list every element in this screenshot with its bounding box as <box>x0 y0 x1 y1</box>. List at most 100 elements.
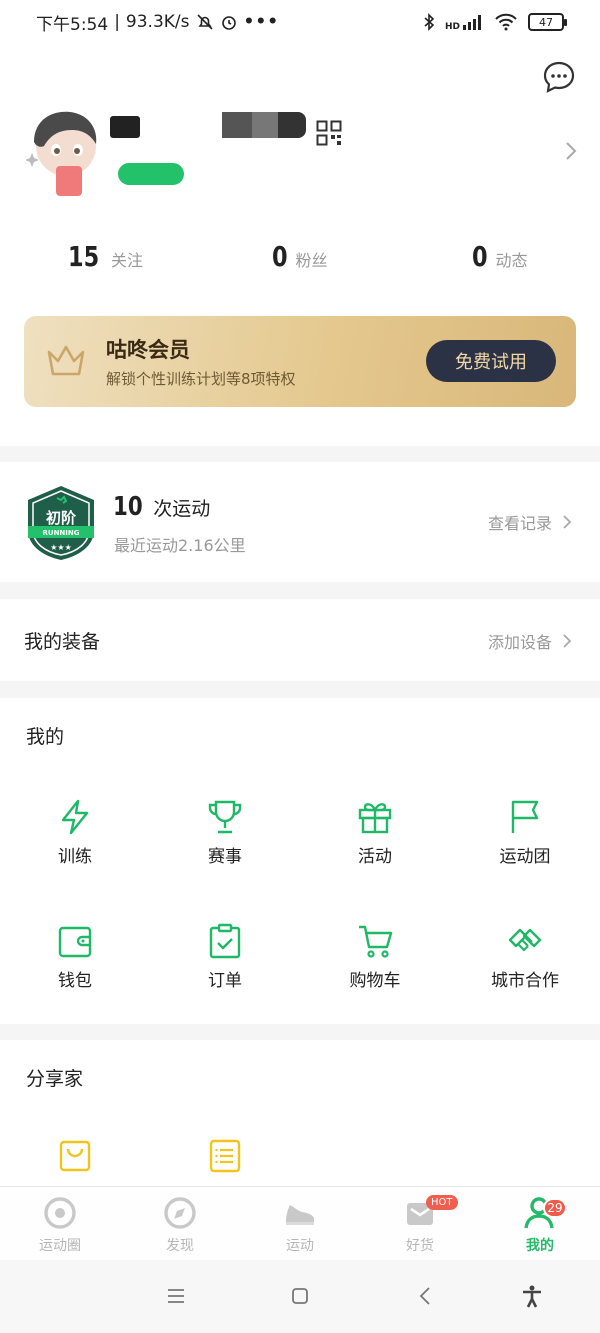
qr-code-icon[interactable] <box>316 120 342 146</box>
chevron-right-icon <box>563 634 572 648</box>
status-bar: 下午5:54 | 93.3K/s ••• HD 47 <box>0 0 600 44</box>
equipment-row[interactable]: 我的装备 添加设备 <box>0 599 600 681</box>
network-label: HD <box>444 22 460 32</box>
grid-item-training[interactable]: 训练 <box>25 798 125 867</box>
message-icon[interactable] <box>542 60 576 94</box>
handshake-icon <box>508 928 542 952</box>
lightning-icon <box>61 799 89 835</box>
grid-item-label: 订单 <box>208 971 242 991</box>
mine-section: 我的 训练 赛事 活动 运动团 钱包 订单 购物车 城市合作 <box>0 698 600 1024</box>
system-nav-bar <box>0 1260 600 1333</box>
grid-item-events[interactable]: 赛事 <box>175 798 275 867</box>
wifi-icon <box>495 13 517 31</box>
grid-item-label: 训练 <box>58 847 92 867</box>
level-badge[interactable] <box>118 163 184 185</box>
shoe-icon <box>286 1205 314 1225</box>
notification-count-badge: 29 <box>543 1198 567 1218</box>
tab-mine[interactable]: 我的 <box>480 1195 600 1255</box>
back-arrow-icon[interactable] <box>414 1284 438 1308</box>
free-trial-button[interactable]: 免费试用 <box>426 340 556 382</box>
grid-item-activities[interactable]: 活动 <box>325 798 425 867</box>
alarm-icon <box>221 16 236 30</box>
compass-icon <box>164 1197 196 1229</box>
stat-value: 0 <box>272 240 288 273</box>
add-device-label: 添加设备 <box>487 633 552 652</box>
tab-discover[interactable]: 发现 <box>120 1195 240 1255</box>
wallet-icon <box>58 926 92 958</box>
bell-off-icon <box>196 14 213 30</box>
status-speed: 93.3K/s <box>125 12 190 32</box>
bottom-tab-bar: 运动圈 发现 运动 好货 HOT 我的 <box>0 1186 600 1260</box>
battery-indicator: 47 <box>528 13 567 31</box>
flag-icon <box>511 800 539 833</box>
vip-subtitle: 解锁个性训练计划等8项特权 <box>106 370 296 388</box>
stat-posts[interactable]: 0 动态 <box>472 240 528 273</box>
clipboard-icon <box>209 923 241 959</box>
battery-level: 47 <box>539 15 553 29</box>
grid-item-city-partner[interactable]: 城市合作 <box>475 922 575 991</box>
running-level-badge-icon: 初阶 RUNNING ★★★ <box>28 486 94 560</box>
run-summary-card[interactable]: 初阶 RUNNING ★★★ 10 次运动 最近运动2.16公里 查看记录 <box>0 462 600 582</box>
recent-run-text: 最近运动2.16公里 <box>114 536 246 555</box>
gift-icon <box>358 803 392 834</box>
grid-item-label: 钱包 <box>58 971 92 991</box>
tab-label: 好货 <box>406 1238 434 1254</box>
status-divider: | <box>114 12 120 32</box>
app-screen: 下午5:54 | 93.3K/s ••• HD 47 15 关注 0 粉丝 0 … <box>0 0 600 1333</box>
view-records-link[interactable]: 查看记录 <box>488 510 572 534</box>
hot-badge: HOT <box>426 1195 458 1210</box>
stat-following[interactable]: 15 关注 <box>68 240 143 273</box>
signal-icon <box>463 15 481 30</box>
grid-item-label: 赛事 <box>208 847 242 867</box>
stat-label: 动态 <box>495 251 528 270</box>
run-count-unit: 次运动 <box>153 498 211 520</box>
chevron-right-icon <box>563 515 572 529</box>
sharer-section: 分享家 <box>0 1040 600 1190</box>
stat-value: 0 <box>472 240 488 273</box>
shopping-bag-icon[interactable] <box>57 1138 93 1174</box>
circle-target-icon <box>44 1197 76 1229</box>
bluetooth-icon <box>424 13 435 31</box>
username-redacted <box>110 112 306 140</box>
tab-sport[interactable]: 运动 <box>240 1195 360 1255</box>
profile-chevron-icon[interactable] <box>564 140 578 162</box>
grid-item-label: 运动团 <box>499 847 551 867</box>
stat-label: 粉丝 <box>295 251 328 270</box>
tab-sports-circle[interactable]: 运动圈 <box>0 1195 120 1255</box>
cart-icon <box>359 925 393 958</box>
grid-item-cart[interactable]: 购物车 <box>325 922 425 991</box>
profile-section: 15 关注 0 粉丝 0 动态 咕咚会员 解锁个性训练计划等8项特权 免费试用 <box>0 44 600 446</box>
tab-label: 我的 <box>526 1238 554 1254</box>
grid-item-wallet[interactable]: 钱包 <box>25 922 125 991</box>
avatar[interactable] <box>22 106 104 202</box>
add-device-link[interactable]: 添加设备 <box>488 629 572 653</box>
run-count-value: 10 <box>113 492 143 522</box>
vip-title: 咕咚会员 <box>106 338 190 362</box>
view-records-label: 查看记录 <box>487 514 552 533</box>
tab-goods[interactable]: 好货 <box>360 1195 480 1255</box>
more-dots-icon: ••• <box>243 12 280 32</box>
equipment-title: 我的装备 <box>24 631 101 653</box>
badge-level-text: 初阶 <box>46 509 77 527</box>
status-time: 下午5:54 <box>36 14 109 35</box>
grid-item-label: 城市合作 <box>491 971 559 991</box>
menu-icon[interactable] <box>164 1284 188 1308</box>
grid-item-orders[interactable]: 订单 <box>175 922 275 991</box>
badge-running-text: RUNNING <box>43 529 80 537</box>
vip-banner[interactable]: 咕咚会员 解锁个性训练计划等8项特权 免费试用 <box>24 316 576 407</box>
crown-icon <box>47 345 85 376</box>
home-square-icon[interactable] <box>288 1284 312 1308</box>
badge-stars: ★★★ <box>50 543 72 552</box>
run-count: 10 次运动 <box>113 492 210 522</box>
stat-followers[interactable]: 0 粉丝 <box>272 240 328 273</box>
trophy-icon <box>208 800 242 834</box>
stat-value: 15 <box>68 240 100 273</box>
accessibility-icon[interactable] <box>520 1284 544 1308</box>
tab-label: 运动圈 <box>39 1238 81 1254</box>
list-doc-icon[interactable] <box>207 1138 243 1174</box>
stats-row: 15 关注 0 粉丝 0 动态 <box>0 240 600 284</box>
grid-item-label: 购物车 <box>349 971 401 991</box>
mine-title: 我的 <box>26 726 65 748</box>
grid-item-sports-group[interactable]: 运动团 <box>475 798 575 867</box>
stat-label: 关注 <box>110 251 143 270</box>
